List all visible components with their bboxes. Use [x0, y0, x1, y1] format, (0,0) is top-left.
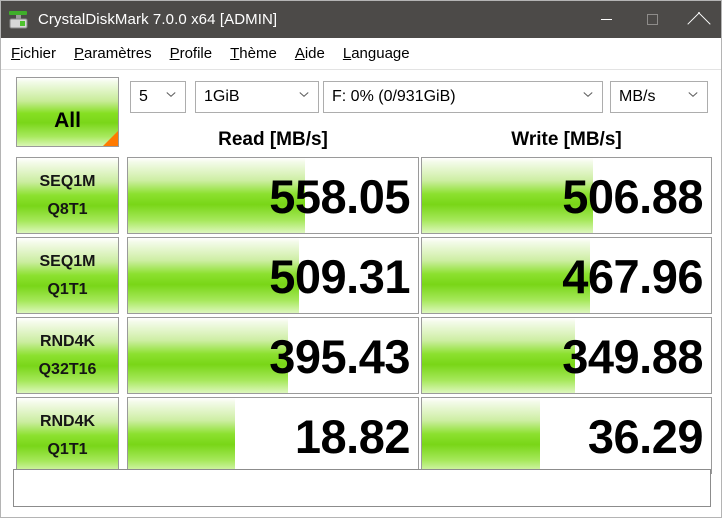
test-queue: Q8T1: [47, 200, 88, 218]
write-score-value: 467.96: [562, 250, 703, 303]
test-name: RND4K: [39, 332, 96, 350]
test-size-value: 1GiB: [204, 88, 240, 105]
menu-accel: P: [74, 45, 85, 62]
test-name: SEQ1M: [39, 252, 96, 270]
unit-select[interactable]: MB/s: [610, 81, 708, 113]
chevron-down-icon: [689, 92, 698, 101]
drive-select[interactable]: F: 0% (0/931GiB): [323, 81, 603, 113]
disk-drive-icon: [6, 7, 32, 33]
test-label-button[interactable]: RND4K Q1T1: [16, 397, 119, 474]
chevron-down-icon: [584, 92, 593, 101]
read-column-header: Read [MB/s]: [218, 129, 328, 150]
toolbar: All 5 1GiB F: 0% (0/931GiB) MB/s: [1, 71, 721, 147]
read-score-cell: 509.31: [127, 237, 419, 314]
menu-label: rofile: [179, 45, 213, 62]
menu-accel: F: [11, 45, 21, 62]
test-label-button[interactable]: SEQ1M Q1T1: [16, 237, 119, 314]
crystaldiskmark-window: CrystalDiskMark 7.0.0 x64 [ADMIN] Fichie…: [0, 0, 722, 518]
table-row: SEQ1M Q1T1 509.31 467.96: [1, 237, 721, 314]
test-label-button[interactable]: SEQ1M Q8T1: [16, 157, 119, 234]
read-score-cell: 18.82: [127, 397, 419, 474]
read-score-value: 509.31: [269, 250, 410, 303]
write-score-bar: [422, 318, 576, 393]
window-controls: [583, 1, 721, 38]
write-score-value: 349.88: [562, 330, 703, 383]
read-score-value: 395.43: [269, 330, 410, 383]
read-score-value: 18.82: [294, 410, 411, 463]
table-row: RND4K Q1T1 18.82 36.29: [1, 397, 721, 474]
menu-item-language[interactable]: Language: [343, 45, 410, 62]
menu-accel: L: [342, 45, 352, 62]
test-queue: Q1T1: [47, 440, 88, 458]
write-score-cell: 36.29: [421, 397, 712, 474]
title-bar: CrystalDiskMark 7.0.0 x64 [ADMIN]: [1, 1, 721, 38]
menu-label: ide: [304, 45, 325, 62]
table-row: SEQ1M Q8T1 558.05 506.88: [1, 157, 721, 234]
test-size-select[interactable]: 1GiB: [195, 81, 319, 113]
minimize-icon: [600, 19, 612, 20]
test-name: SEQ1M: [39, 172, 96, 190]
run-count-select[interactable]: 5: [130, 81, 186, 113]
menu-item-fichier[interactable]: Fichier: [11, 45, 56, 62]
status-box: [13, 469, 711, 507]
test-queue: Q32T16: [38, 360, 97, 378]
write-score-cell: 506.88: [421, 157, 712, 234]
table-row: RND4K Q32T16 395.43 349.88: [1, 317, 721, 394]
menu-item-profile[interactable]: Profile: [170, 45, 213, 62]
window-title: CrystalDiskMark 7.0.0 x64 [ADMIN]: [38, 11, 278, 28]
menu-item-aide[interactable]: Aide: [295, 45, 325, 62]
maximize-button[interactable]: [629, 1, 675, 38]
menu-accel: P: [169, 45, 180, 62]
read-score-cell: 395.43: [127, 317, 419, 394]
write-score-value: 506.88: [562, 170, 703, 223]
read-score-cell: 558.05: [127, 157, 419, 234]
menu-bar: Fichier Paramètres Profile Thème Aide La…: [1, 38, 721, 70]
maximize-icon: [646, 14, 658, 25]
read-score-bar: [128, 318, 288, 393]
write-score-cell: 467.96: [421, 237, 712, 314]
menu-label: aramètres: [84, 45, 152, 62]
run-all-label: All: [54, 109, 81, 132]
chevron-down-icon: [300, 92, 309, 101]
test-queue: Q1T1: [47, 280, 88, 298]
run-count-value: 5: [139, 88, 148, 105]
write-column-header: Write [MB/s]: [511, 129, 622, 150]
run-all-button[interactable]: All: [16, 77, 119, 147]
menu-item-parametres[interactable]: Paramètres: [74, 45, 152, 62]
menu-label: hème: [239, 45, 277, 62]
write-score-bar: [422, 398, 541, 473]
menu-label: anguage: [351, 45, 410, 62]
write-score-value: 36.29: [587, 410, 704, 463]
menu-accel: T: [230, 45, 240, 62]
menu-item-theme[interactable]: Thème: [230, 45, 277, 62]
test-label-button[interactable]: RND4K Q32T16: [16, 317, 119, 394]
close-icon: [693, 13, 706, 26]
minimize-button[interactable]: [583, 1, 629, 38]
write-score-cell: 349.88: [421, 317, 712, 394]
test-name: RND4K: [39, 412, 96, 430]
unit-value: MB/s: [619, 88, 656, 105]
menu-label: ichier: [20, 45, 57, 62]
results-grid: SEQ1M Q8T1 558.05 506.88 SEQ1M Q1T1 509.…: [1, 157, 721, 477]
corner-flag-icon: [103, 131, 118, 146]
close-button[interactable]: [675, 1, 721, 38]
read-score-bar: [128, 398, 236, 473]
read-score-value: 558.05: [269, 170, 410, 223]
drive-value: F: 0% (0/931GiB): [332, 88, 456, 105]
chevron-down-icon: [167, 92, 176, 101]
menu-accel: A: [294, 45, 305, 62]
